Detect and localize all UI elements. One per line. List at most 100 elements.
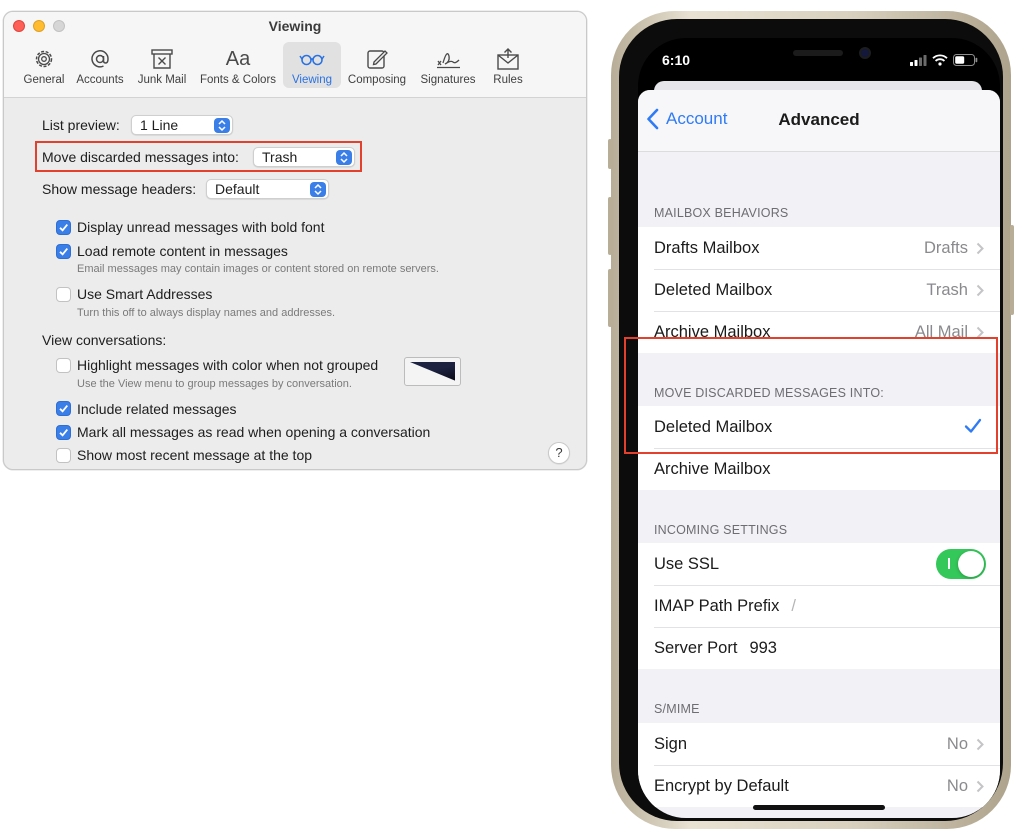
tab-general[interactable]: General [19, 42, 69, 88]
tab-accounts-label: Accounts [76, 74, 124, 86]
highlight-color-description: Use the View menu to group messages by c… [77, 378, 352, 390]
row-label: Deleted Mailbox [654, 280, 773, 299]
list-preview-value: 1 Line [140, 117, 179, 133]
tab-general-label: General [23, 74, 65, 86]
remote-content-label: Load remote content in messages [77, 243, 288, 259]
tab-signatures-label: Signatures [420, 74, 476, 86]
section-header-mailbox-behaviors: MAILBOX BEHAVIORS [654, 206, 789, 220]
deleted-mailbox-row[interactable]: Deleted Mailbox Trash [638, 269, 1000, 311]
recent-top-checkbox[interactable] [56, 448, 71, 463]
list-preview-popup[interactable]: 1 Line [131, 115, 233, 135]
tab-signatures[interactable]: Signatures [413, 42, 483, 88]
imap-prefix-input[interactable]: / [791, 597, 796, 616]
encrypt-by-default-row[interactable]: Encrypt by Default No [638, 765, 1000, 807]
server-port-row[interactable]: Server Port 993 [638, 627, 1000, 669]
row-label: Archive Mailbox [654, 459, 771, 478]
move-to-archive-row[interactable]: Archive Mailbox [638, 448, 1000, 490]
mark-read-label: Mark all messages as read when opening a… [77, 424, 431, 440]
show-headers-value: Default [215, 181, 260, 197]
viewing-settings-pane: List preview: 1 Line Move discarded mess… [4, 99, 586, 469]
status-icons [910, 54, 978, 66]
highlight-color-checkbox[interactable] [56, 358, 71, 373]
row-label: IMAP Path Prefix [654, 596, 780, 615]
checkmark-icon [59, 224, 68, 232]
chevron-right-icon [976, 284, 984, 297]
wifi-icon [932, 54, 948, 66]
compose-icon [367, 50, 388, 69]
row-label: Encrypt by Default [654, 776, 789, 795]
section-header-incoming-settings: INCOMING SETTINGS [654, 523, 788, 537]
remote-content-checkbox[interactable] [56, 244, 71, 259]
preferences-toolbar: General Accounts Junk Mail Aa Fonts & Co… [19, 42, 533, 94]
toggle-knob [958, 551, 984, 577]
move-discarded-popup[interactable]: Trash [253, 147, 355, 167]
smart-addresses-description: Turn this off to always display names an… [77, 307, 336, 319]
advanced-settings-sheet: Account Advanced MAILBOX BEHAVIORS Draft… [638, 90, 1000, 818]
show-headers-label: Show message headers: [42, 181, 197, 197]
row-label: Drafts Mailbox [654, 238, 760, 257]
checkmark-icon [59, 429, 68, 437]
row-value: No [946, 776, 968, 795]
related-messages-checkbox[interactable] [56, 401, 71, 416]
status-time: 6:10 [662, 52, 691, 68]
remote-content-description: Email messages may contain images or con… [77, 263, 439, 275]
mailbox-behaviors-group: Drafts Mailbox Drafts Deleted Mailbox Tr… [638, 227, 1000, 353]
row-label: Sign [654, 734, 688, 753]
view-conversations-label: View conversations: [42, 332, 167, 348]
phone-volume-down [608, 269, 612, 327]
highlight-box-iphone [624, 337, 998, 454]
glasses-icon [299, 54, 325, 66]
server-port-input[interactable]: 993 [749, 639, 777, 658]
row-label: Use SSL [654, 554, 720, 573]
move-discarded-label: Move discarded messages into: [42, 149, 239, 165]
use-ssl-row: Use SSL [638, 543, 1000, 585]
mail-preferences-window: Viewing General Accounts Junk Mail Aa Fo… [3, 11, 587, 470]
help-button[interactable]: ? [548, 442, 570, 464]
signature-icon [437, 53, 460, 69]
tab-rules[interactable]: Rules [483, 42, 533, 88]
popup-stepper-icon [310, 182, 326, 197]
tab-junk-mail[interactable]: Junk Mail [131, 42, 193, 88]
toggle-on-mark [948, 558, 950, 569]
mark-read-checkbox[interactable] [56, 425, 71, 440]
home-indicator[interactable] [753, 805, 885, 810]
junk-mail-icon [151, 49, 173, 69]
imap-prefix-row[interactable]: IMAP Path Prefix / [638, 585, 1000, 627]
smart-addresses-checkbox[interactable] [56, 287, 71, 302]
bold-unread-checkbox[interactable] [56, 220, 71, 235]
use-ssl-toggle[interactable] [936, 549, 986, 579]
checkmark-icon [59, 405, 68, 413]
recent-top-label: Show most recent message at the top [77, 447, 313, 463]
navigation-bar: Account Advanced [638, 90, 1000, 152]
phone-mute-switch [608, 139, 612, 169]
smart-addresses-label: Use Smart Addresses [77, 286, 213, 302]
row-value: Trash [926, 280, 968, 299]
popup-stepper-icon [214, 118, 230, 133]
tab-viewing[interactable]: Viewing [283, 42, 341, 88]
checkmark-icon [59, 248, 68, 256]
related-messages-label: Include related messages [77, 401, 237, 417]
smime-group: Sign No Encrypt by Default No [638, 723, 1000, 807]
gear-icon [35, 50, 53, 68]
cellular-signal-icon [910, 54, 927, 66]
drafts-mailbox-row[interactable]: Drafts Mailbox Drafts [638, 227, 1000, 269]
sign-row[interactable]: Sign No [638, 723, 1000, 765]
tab-fonts-colors[interactable]: Aa Fonts & Colors [193, 42, 283, 88]
tab-rules-label: Rules [493, 74, 523, 86]
tab-accounts[interactable]: Accounts [69, 42, 131, 88]
show-headers-popup[interactable]: Default [206, 179, 329, 199]
section-header-smime: S/MIME [654, 702, 700, 716]
row-value: No [946, 734, 968, 753]
front-camera [859, 47, 871, 59]
list-preview-label: List preview: [42, 117, 120, 133]
tab-composing[interactable]: Composing [341, 42, 413, 88]
phone-volume-up [608, 197, 612, 255]
highlight-color-label: Highlight messages with color when not g… [77, 357, 379, 373]
highlight-color-well[interactable] [404, 357, 461, 386]
window-title: Viewing [268, 18, 322, 34]
chevron-right-icon [976, 242, 984, 255]
at-sign-icon [91, 50, 109, 68]
tab-junk-mail-label: Junk Mail [137, 74, 187, 86]
row-value: Drafts [923, 238, 968, 257]
rules-icon [497, 48, 519, 70]
